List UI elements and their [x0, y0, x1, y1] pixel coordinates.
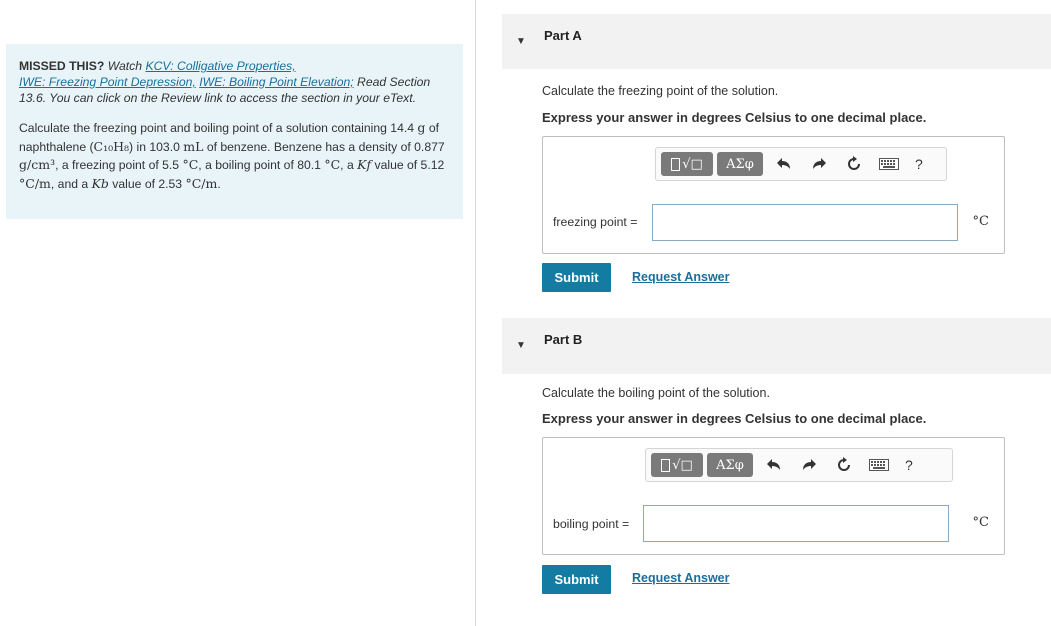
math-unit: °C/m — [19, 175, 51, 191]
math-unit: °C — [182, 157, 199, 172]
part-b-header[interactable]: ▼ Part B — [502, 318, 1051, 374]
radical-icon: √□ — [682, 156, 703, 172]
boiling-point-label: boiling point = — [553, 517, 630, 531]
help-icon[interactable]: ? — [905, 457, 913, 473]
problem-text: of benzene. Benzene has a density of 0.8… — [206, 139, 445, 154]
math-unit: g/cm³ — [19, 157, 56, 172]
part-b-question: Calculate the boiling point of the solut… — [542, 386, 770, 400]
problem-text: , a boiling point of 80.1 — [198, 158, 321, 172]
math-toolbar: √□ ΑΣφ ? — [655, 147, 947, 181]
freezing-point-label: freezing point = — [553, 215, 638, 229]
part-a-instruction: Express your answer in degrees Celsius t… — [542, 110, 927, 125]
intro-box: MISSED THIS? Watch KCV: Colligative Prop… — [6, 44, 463, 219]
missed-label: MISSED THIS? — [19, 59, 105, 73]
kf-symbol: Kf — [357, 157, 372, 172]
part-a-submit-button[interactable]: Submit — [542, 263, 611, 292]
reset-icon[interactable] — [843, 152, 865, 176]
math-kb: Kb — [92, 176, 109, 191]
problem-text: , a freezing point of 5.5 — [55, 158, 180, 172]
problem-text: . — [217, 176, 221, 191]
missed-this-text: MISSED THIS? Watch KCV: Colligative Prop… — [19, 58, 451, 106]
template-icon — [661, 458, 671, 472]
caret-down-icon[interactable]: ▼ — [516, 36, 526, 47]
greek-button[interactable]: ΑΣφ — [717, 152, 763, 176]
problem-text: value of 5.12 — [374, 158, 445, 172]
template-button[interactable]: √□ — [651, 453, 703, 477]
keyboard-icon[interactable] — [868, 453, 890, 477]
part-b-request-answer-link[interactable]: Request Answer — [632, 571, 729, 585]
link-kcv[interactable]: KCV: Colligative Properties, — [145, 59, 295, 73]
problem-text: value of 2.53 — [112, 176, 183, 191]
math-unit: °C/m — [185, 175, 218, 191]
undo-icon[interactable] — [763, 453, 785, 477]
link-iwe-boiling[interactable]: IWE: Boiling Point Elevation; — [199, 75, 353, 89]
math-kf: Kf — [357, 157, 371, 172]
part-b-submit-button[interactable]: Submit — [542, 565, 611, 594]
formula-naphthalene: C₁₀H₈ — [93, 138, 130, 154]
part-b-answer-box: √□ ΑΣφ ? boiling point = °C — [542, 437, 1005, 555]
problem-statement: Calculate the freezing point and boiling… — [19, 119, 451, 193]
freezing-point-input[interactable] — [652, 204, 958, 241]
problem-text: Calculate the freezing point and boiling… — [19, 121, 415, 135]
boiling-point-input[interactable] — [643, 505, 949, 542]
part-a-answer-box: √□ ΑΣφ ? freezing point = °C — [542, 136, 1005, 254]
part-a-title: Part A — [544, 28, 582, 43]
part-b-instruction: Express your answer in degrees Celsius t… — [542, 411, 927, 426]
link-iwe-freezing[interactable]: IWE: Freezing Point Depression, — [19, 75, 196, 89]
part-b-unit: °C — [972, 515, 989, 530]
part-a-header[interactable]: ▼ Part A — [502, 14, 1051, 69]
kb-symbol: Kb — [91, 175, 109, 191]
left-pane: MISSED THIS? Watch KCV: Colligative Prop… — [0, 0, 476, 626]
part-a-unit: °C — [972, 214, 989, 229]
radical-icon: √□ — [672, 457, 693, 473]
keyboard-icon[interactable] — [878, 152, 900, 176]
math-unit: mL — [183, 138, 204, 154]
math-toolbar: √□ ΑΣφ ? — [645, 448, 953, 482]
caret-down-icon[interactable]: ▼ — [516, 340, 526, 351]
problem-text: , a — [340, 158, 354, 172]
part-b-title: Part B — [544, 332, 583, 347]
part-a-request-answer-link[interactable]: Request Answer — [632, 270, 729, 284]
template-icon — [671, 157, 681, 171]
help-icon[interactable]: ? — [915, 156, 923, 172]
greek-button[interactable]: ΑΣφ — [707, 453, 753, 477]
math-unit: °C — [324, 157, 341, 172]
problem-text: , and a — [50, 176, 89, 191]
math-unit: g — [417, 120, 426, 135]
redo-icon[interactable] — [798, 453, 820, 477]
template-button[interactable]: √□ — [661, 152, 713, 176]
redo-icon[interactable] — [808, 152, 830, 176]
problem-text: ) in 103.0 — [129, 139, 180, 154]
watch-text: Watch — [107, 59, 143, 73]
reset-icon[interactable] — [833, 453, 855, 477]
undo-icon[interactable] — [773, 152, 795, 176]
part-a-question: Calculate the freezing point of the solu… — [542, 84, 779, 98]
